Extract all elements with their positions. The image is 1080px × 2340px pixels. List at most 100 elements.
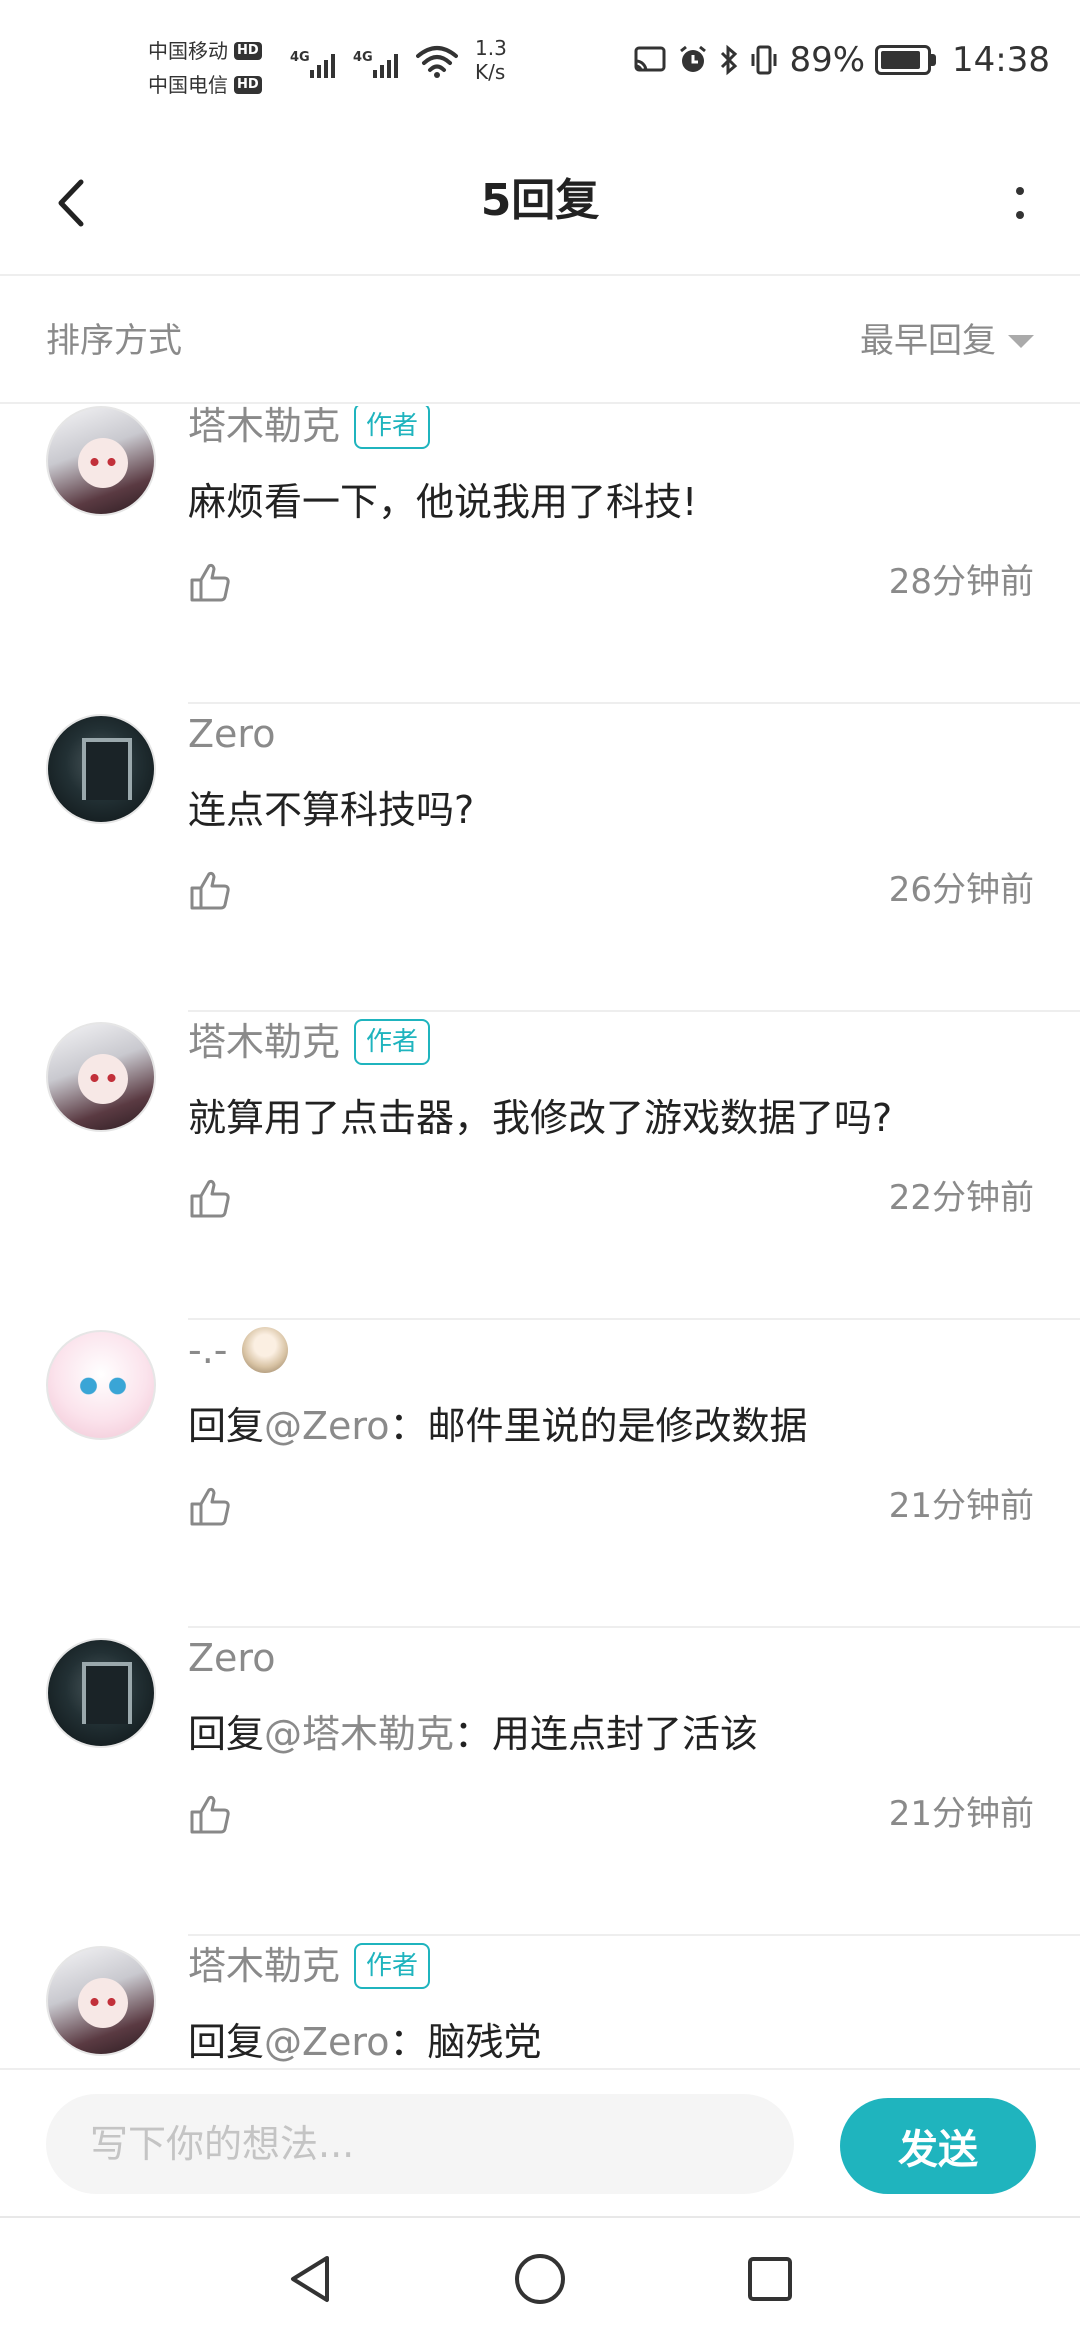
cast-icon [634, 46, 666, 72]
name-row: 塔木勒克 作者 [188, 1012, 431, 1072]
name-row: Zero [188, 1628, 275, 1688]
avatar[interactable] [46, 714, 156, 824]
like-button[interactable] [186, 1790, 234, 1838]
reply-content: 连点不算科技吗? [188, 782, 474, 838]
reply-text: ：邮件里说的是修改数据 [389, 1404, 808, 1448]
reply-item[interactable]: Zero 回复@塔木勒克：用连点封了活该 21分钟前 [0, 1628, 1080, 1936]
user-name[interactable]: 塔木勒克 [188, 1012, 340, 1072]
header: 5回复 [0, 130, 1080, 276]
carrier-2: 中国电信 [148, 73, 228, 97]
carrier-info: 中国移动 HD 中国电信 HD [148, 34, 262, 102]
sort-label: 排序方式 [46, 321, 182, 361]
mention-link[interactable]: @Zero [264, 1404, 389, 1448]
reply-item[interactable]: 塔木勒克 作者回复@Zero：脑残党 [0, 1936, 1080, 2068]
reply-item[interactable]: -.- 回复@Zero：邮件里说的是修改数据 21分钟前 [0, 1320, 1080, 1628]
reply-content: 回复@Zero：脑残党 [188, 2014, 541, 2068]
vibrate-icon [751, 45, 777, 75]
reply-text: 麻烦看一下，他说我用了科技! [188, 480, 698, 524]
reply-list: 塔木勒克 作者 麻烦看一下，他说我用了科技! 28分钟前 Zero 连点不算科技吗? 26分… [0, 406, 1080, 2068]
bluetooth-icon [721, 44, 738, 76]
mention-link[interactable]: @塔木勒克 [264, 1712, 454, 1756]
like-button[interactable] [186, 1174, 234, 1222]
comment-input[interactable] [46, 2094, 794, 2194]
avatar[interactable] [46, 1638, 156, 1748]
signal-icon: 4G [353, 50, 398, 78]
send-button[interactable]: 发送 [840, 2098, 1036, 2194]
reply-text: ：脑残党 [389, 2020, 542, 2064]
wifi-icon [416, 46, 458, 78]
circle-home-icon [515, 2254, 565, 2304]
reply-item[interactable]: 塔木勒克 作者 就算用了点击器，我修改了游戏数据了吗? 22分钟前 [0, 1012, 1080, 1320]
speed-value: 1.3 [475, 36, 507, 60]
reply-text: 连点不算科技吗? [188, 788, 475, 832]
page-title: 5回复 [480, 175, 600, 226]
user-name[interactable]: 塔木勒克 [188, 1936, 340, 1996]
sort-selected: 最早回复 [860, 321, 996, 361]
nav-home-button[interactable] [510, 2249, 570, 2309]
nav-back-button[interactable] [280, 2249, 340, 2309]
reply-time: 28分钟前 [888, 562, 1034, 602]
decoration-sticker-icon [241, 1327, 288, 1373]
hd-badge: HD [234, 76, 262, 94]
reply-prefix: 回复 [188, 2020, 265, 2064]
comment-bar: 发送 [0, 2068, 1080, 2216]
nav-recent-button[interactable] [740, 2249, 800, 2309]
user-name[interactable]: Zero [188, 1628, 275, 1688]
network-speed: 1.3 K/s [475, 36, 507, 84]
more-options-button[interactable] [1000, 168, 1040, 238]
thumbs-up-icon [186, 1795, 234, 1842]
like-button[interactable] [186, 1482, 234, 1530]
reply-time: 26分钟前 [888, 870, 1034, 910]
reply-content: 麻烦看一下，他说我用了科技! [188, 474, 697, 530]
speed-unit: K/s [475, 60, 506, 84]
thumbs-up-icon [186, 1179, 234, 1226]
author-badge: 作者 [354, 1019, 431, 1065]
reply-text: ：用连点封了活该 [454, 1712, 759, 1756]
like-button[interactable] [186, 866, 234, 914]
user-name[interactable]: -.- [188, 1320, 228, 1380]
avatar[interactable] [46, 1022, 156, 1132]
author-badge: 作者 [354, 1943, 431, 1989]
name-row: Zero [188, 704, 275, 764]
reply-content: 回复@Zero：邮件里说的是修改数据 [188, 1398, 807, 1454]
mention-link[interactable]: @Zero [264, 2020, 389, 2064]
user-name[interactable]: Zero [188, 704, 275, 764]
avatar[interactable] [46, 1330, 156, 1440]
user-name[interactable]: 塔木勒克 [188, 406, 340, 456]
reply-time: 21分钟前 [888, 1486, 1034, 1526]
sort-dropdown[interactable]: 最早回复 [860, 316, 1034, 366]
signal-group: 4G 4G [290, 42, 458, 78]
sort-bar: 排序方式 最早回复 [0, 278, 1080, 404]
triangle-back-icon [291, 2256, 329, 2302]
author-badge: 作者 [354, 406, 431, 449]
reply-content: 回复@塔木勒克：用连点封了活该 [188, 1706, 758, 1762]
thumbs-up-icon [186, 871, 234, 918]
hd-badge: HD [234, 42, 262, 60]
caret-down-icon [1008, 334, 1034, 348]
like-button[interactable] [186, 558, 234, 606]
thumbs-up-icon [186, 563, 234, 610]
battery-icon [875, 45, 937, 75]
reply-prefix: 回复 [188, 1712, 265, 1756]
alarm-icon [680, 45, 707, 72]
reply-time: 21分钟前 [888, 1794, 1034, 1834]
name-row: 塔木勒克 作者 [188, 1936, 431, 1996]
status-right: 89% 14:38 [633, 40, 1050, 80]
more-vertical-icon [1016, 187, 1024, 195]
network-type: 4G [290, 50, 310, 65]
name-row: 塔木勒克 作者 [188, 406, 431, 456]
reply-item[interactable]: 塔木勒克 作者麻烦看一下，他说我用了科技! 28分钟前 [0, 406, 1080, 704]
avatar[interactable] [46, 406, 156, 516]
battery-percent: 89% [789, 40, 866, 80]
status-bar: 中国移动 HD 中国电信 HD 4G 4G 1.3 K/s 89% 14:38 [0, 0, 1080, 130]
name-row: -.- [188, 1320, 288, 1380]
thumbs-up-icon [186, 1487, 234, 1534]
avatar[interactable] [46, 1946, 156, 2056]
network-type: 4G [353, 50, 373, 65]
reply-prefix: 回复 [188, 1404, 265, 1448]
reply-content: 就算用了点击器，我修改了游戏数据了吗? [188, 1090, 892, 1146]
reply-item[interactable]: Zero 连点不算科技吗? 26分钟前 [0, 704, 1080, 1012]
square-recent-icon [748, 2257, 792, 2301]
clock: 14:38 [952, 40, 1050, 80]
system-nav-bar [0, 2216, 1080, 2340]
